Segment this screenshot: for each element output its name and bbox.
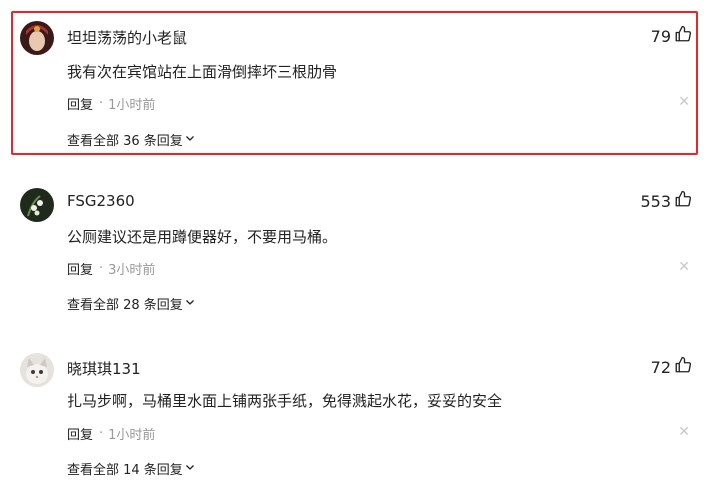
reply-button[interactable]: 回复 (67, 424, 93, 443)
comment-item: FSG2360 553 公厕建议还是用蹲便器好，不要用马桶。 回复 · 3小时前… (0, 165, 712, 330)
separator: · (99, 426, 104, 441)
like-button[interactable]: 553 (640, 190, 692, 212)
like-count: 72 (650, 357, 671, 377)
reply-button[interactable]: 回复 (67, 259, 93, 278)
close-icon[interactable]: ✕ (678, 424, 690, 440)
avatar[interactable] (20, 353, 54, 387)
like-count: 79 (650, 26, 671, 46)
avatar[interactable] (20, 21, 54, 55)
view-all-label: 查看全部 36 条回复 (67, 134, 183, 149)
username[interactable]: 坦坦荡荡的小老鼠 (67, 27, 187, 48)
separator: · (99, 261, 104, 276)
thumbs-up-icon (674, 190, 692, 212)
view-all-replies-button[interactable]: 查看全部 14 条回复 (67, 459, 195, 478)
comment-item: 晓琪琪131 72 扎马步啊，马桶里水面上铺两张手纸，免得溅起水花，妥妥的安全 … (0, 330, 712, 482)
like-count: 553 (640, 191, 671, 211)
timestamp: 1小时前 (108, 428, 156, 443)
comment-meta: 回复 · 1小时前 (67, 424, 155, 443)
view-all-label: 查看全部 28 条回复 (67, 298, 183, 313)
separator: · (99, 96, 104, 111)
thumbs-up-icon (674, 356, 692, 378)
like-button[interactable]: 72 (651, 356, 692, 378)
like-button[interactable]: 79 (651, 25, 692, 47)
reply-button[interactable]: 回复 (67, 94, 93, 113)
comment-item: 坦坦荡荡的小老鼠 79 我有次在宾馆站在上面滑倒摔坏三根肋骨 回复 · 1小时前… (0, 0, 712, 165)
view-all-replies-button[interactable]: 查看全部 36 条回复 (67, 130, 195, 149)
chevron-down-icon (183, 296, 195, 311)
chevron-down-icon (183, 461, 195, 476)
view-all-label: 查看全部 14 条回复 (67, 463, 183, 478)
comment-meta: 回复 · 3小时前 (67, 259, 155, 278)
thumbs-up-icon (674, 25, 692, 47)
comment-meta: 回复 · 1小时前 (67, 94, 155, 113)
avatar[interactable] (20, 188, 54, 222)
username[interactable]: FSG2360 (67, 192, 135, 210)
username[interactable]: 晓琪琪131 (67, 358, 141, 379)
timestamp: 1小时前 (108, 98, 156, 113)
timestamp: 3小时前 (108, 263, 156, 278)
comment-text: 扎马步啊，马桶里水面上铺两张手纸，免得溅起水花，妥妥的安全 (67, 392, 503, 410)
view-all-replies-button[interactable]: 查看全部 28 条回复 (67, 294, 195, 313)
close-icon[interactable]: ✕ (678, 259, 690, 275)
comment-text: 我有次在宾馆站在上面滑倒摔坏三根肋骨 (67, 63, 338, 81)
chevron-down-icon (183, 132, 195, 147)
close-icon[interactable]: ✕ (678, 94, 690, 110)
comment-text: 公厕建议还是用蹲便器好，不要用马桶。 (67, 228, 338, 246)
